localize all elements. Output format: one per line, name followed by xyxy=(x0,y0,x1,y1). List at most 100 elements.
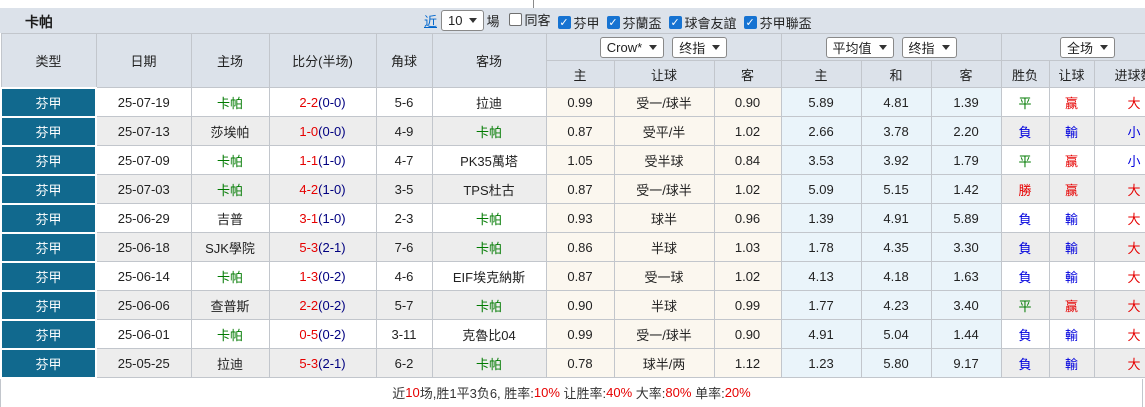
handicap-result-cell: 赢 xyxy=(1048,290,1095,320)
chevron-down-icon xyxy=(712,44,721,50)
away-odds-cell: 0.84 xyxy=(713,145,782,175)
away-odds-cell: 0.90 xyxy=(713,319,782,349)
avg-draw-cell: 4.35 xyxy=(860,232,932,262)
table-row: 芬甲 25-06-29 吉普 3-1(1-0) 2-3 卡帕 0.93 球半 0.96 1.39 4… xyxy=(0,202,1145,234)
away-team-cell: 卡帕 xyxy=(431,203,547,233)
matches-table: 类型 日期 主场 比分(半场) 角球 客场 Crow* 终指 平均值 终指 全场… xyxy=(0,33,1145,379)
recent-link[interactable]: 近 xyxy=(424,11,437,30)
away-odds-cell: 0.90 xyxy=(713,87,782,117)
goals-result-cell: 大 xyxy=(1093,290,1145,320)
score-cell: 3-1(1-0) xyxy=(268,203,377,233)
date-cell: 25-06-29 xyxy=(95,203,192,233)
sub-home-odds-header: 主 xyxy=(545,60,615,88)
table-row: 芬甲 25-06-01 卡帕 0-5(0-2) 3-11 克魯比04 0.99 受一/球半 0.… xyxy=(0,318,1145,350)
league-cell: 芬甲 xyxy=(0,347,97,379)
summary-segment: 20% xyxy=(724,385,751,400)
away-team-cell: 克魯比04 xyxy=(431,319,547,349)
handicap-cell: 半球 xyxy=(613,232,715,262)
handicap-result-cell: 輸 xyxy=(1048,261,1095,291)
match-stats-panel: 卡帕 近 10 場 同客 ✓ 芬甲 ✓ 芬蘭盃 ✓ 球會友誼 ✓ 芬甲聯盃 类型 日期 主场 比… xyxy=(0,0,1145,407)
league-filter-1[interactable]: ✓ 芬蘭盃 xyxy=(606,13,662,32)
corner-cell: 4-7 xyxy=(375,145,433,175)
halftime-score: (1-0) xyxy=(318,181,346,197)
checkbox-label: 芬蘭盃 xyxy=(622,15,662,31)
checked-checkbox-icon[interactable]: ✓ xyxy=(606,15,620,29)
league-cell: 芬甲 xyxy=(0,144,97,176)
halftime-score: (1-0) xyxy=(318,152,346,168)
fulltime-score: 1-0 xyxy=(299,123,319,139)
avg-draw-cell: 4.81 xyxy=(860,87,932,117)
fulltime-score: 1-3 xyxy=(299,268,319,284)
halftime-score: (1-0) xyxy=(318,210,346,226)
home-odds-cell: 0.86 xyxy=(545,232,615,262)
checked-checkbox-icon[interactable]: ✓ xyxy=(557,15,571,29)
scope-select[interactable]: 全场 xyxy=(1060,36,1116,58)
handicap-result-cell: 輸 xyxy=(1048,232,1095,262)
title-bar: 卡帕 近 10 場 同客 ✓ 芬甲 ✓ 芬蘭盃 ✓ 球會友誼 ✓ 芬甲聯盃 xyxy=(0,8,1145,33)
away-team-cell: 卡帕 xyxy=(431,232,547,262)
table-row: 芬甲 25-07-19 卡帕 2-2(0-0) 5-6 拉迪 0.99 受一/球半 0.90 5.… xyxy=(0,86,1145,118)
summary-segment: 80% xyxy=(665,385,692,400)
date-cell: 25-07-13 xyxy=(95,116,192,146)
sub-result-header: 胜负 xyxy=(1000,60,1050,88)
avg-away-cell: 2.20 xyxy=(930,116,1002,146)
same-away-filter[interactable]: 同客 xyxy=(508,10,551,29)
sub-avg-away-header: 客 xyxy=(930,60,1002,88)
result-cell: 負 xyxy=(1000,348,1050,378)
summary-segment: 40% xyxy=(606,385,633,400)
league-filter-3[interactable]: ✓ 芬甲聯盃 xyxy=(743,13,812,32)
score-cell: 1-0(0-0) xyxy=(268,116,377,146)
corner-cell: 6-2 xyxy=(375,348,433,378)
filter-checkboxes: 同客 ✓ 芬甲 ✓ 芬蘭盃 ✓ 球會友誼 ✓ 芬甲聯盃 xyxy=(502,10,812,32)
league-cell: 芬甲 xyxy=(0,231,97,263)
away-team-cell: PK35萬塔 xyxy=(431,145,547,175)
home-team-cell: 莎埃帕 xyxy=(190,116,270,146)
score-cell: 2-2(0-0) xyxy=(268,87,377,117)
home-odds-cell: 0.99 xyxy=(545,87,615,117)
halftime-score: (0-2) xyxy=(318,268,346,284)
handicap-cell: 受半球 xyxy=(613,145,715,175)
avg-stage-select[interactable]: 终指 xyxy=(901,36,957,58)
handicap-cell: 半球 xyxy=(613,290,715,320)
avg-away-cell: 3.30 xyxy=(930,232,1002,262)
home-odds-cell: 0.90 xyxy=(545,290,615,320)
bookmaker-select[interactable]: Crow* xyxy=(599,36,665,58)
checkbox-label: 同客 xyxy=(524,12,551,28)
matches-unit-label: 場 xyxy=(486,14,500,29)
halftime-score: (0-2) xyxy=(318,326,346,342)
fulltime-score: 3-1 xyxy=(299,210,319,226)
avg-draw-cell: 3.92 xyxy=(860,145,932,175)
summary-segment: 大率: xyxy=(632,386,666,401)
away-team-cell: EIF埃克納斯 xyxy=(431,261,547,291)
away-odds-cell: 1.03 xyxy=(713,232,782,262)
avg-home-cell: 3.53 xyxy=(780,145,862,175)
corner-cell: 5-7 xyxy=(375,290,433,320)
goals-result-cell: 大 xyxy=(1093,174,1145,204)
avg-home-cell: 5.09 xyxy=(780,174,862,204)
fulltime-score: 4-2 xyxy=(299,181,319,197)
handicap-result-cell: 赢 xyxy=(1048,145,1095,175)
halftime-score: (2-1) xyxy=(318,355,346,371)
avg-source-select[interactable]: 平均值 xyxy=(825,36,894,58)
home-team-cell: 卡帕 xyxy=(190,87,270,117)
table-row: 芬甲 25-06-14 卡帕 1-3(0-2) 4-6 EIF埃克納斯 0.87 受一球 1.0… xyxy=(0,260,1145,292)
handicap-cell: 受一球 xyxy=(613,261,715,291)
home-team-cell: 吉普 xyxy=(190,203,270,233)
odds-stage-select[interactable]: 终指 xyxy=(672,36,728,58)
league-filter-0[interactable]: ✓ 芬甲 xyxy=(557,13,600,32)
home-team-cell: 查普斯 xyxy=(190,290,270,320)
result-cell: 平 xyxy=(1000,87,1050,117)
unchecked-checkbox-icon[interactable] xyxy=(508,12,522,26)
score-cell: 0-5(0-2) xyxy=(268,319,377,349)
recent-count-select[interactable]: 10 xyxy=(441,10,485,31)
avg-away-cell: 3.40 xyxy=(930,290,1002,320)
handicap-result-cell: 赢 xyxy=(1048,174,1095,204)
avg-home-cell: 2.66 xyxy=(780,116,862,146)
checked-checkbox-icon[interactable]: ✓ xyxy=(743,15,757,29)
goals-result-cell: 大 xyxy=(1093,203,1145,233)
avg-source-value: 平均值 xyxy=(832,40,872,56)
checked-checkbox-icon[interactable]: ✓ xyxy=(668,15,682,29)
avg-home-cell: 1.78 xyxy=(780,232,862,262)
halftime-score: (0-2) xyxy=(318,297,346,313)
league-filter-2[interactable]: ✓ 球會友誼 xyxy=(668,13,737,32)
